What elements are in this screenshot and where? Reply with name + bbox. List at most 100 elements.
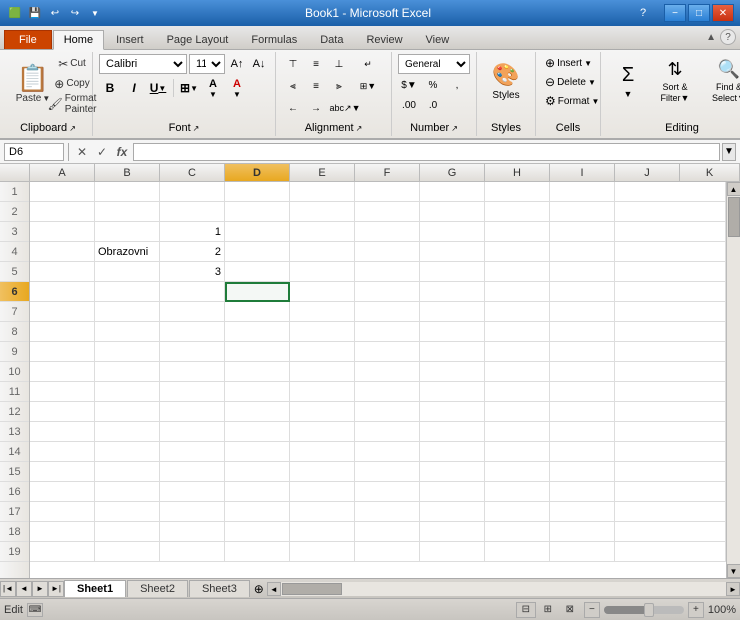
row-num-13[interactable]: 13 — [0, 422, 29, 442]
cell-I2[interactable] — [550, 202, 615, 222]
name-box[interactable]: D6 — [4, 143, 64, 161]
font-color-button[interactable]: A ▼ — [226, 78, 248, 98]
cell-I7[interactable] — [550, 302, 615, 322]
cell-C3[interactable]: 1 — [160, 222, 225, 242]
cell-J16[interactable] — [615, 482, 726, 502]
styles-button[interactable]: 🎨 Styles — [483, 54, 529, 109]
cell-B9[interactable] — [95, 342, 160, 362]
cell-J14[interactable] — [615, 442, 726, 462]
cell-D5[interactable] — [225, 262, 290, 282]
thousands-button[interactable]: , — [446, 76, 468, 94]
cell-I17[interactable] — [550, 502, 615, 522]
cell-J2[interactable] — [615, 202, 726, 222]
cell-D14[interactable] — [225, 442, 290, 462]
cell-C1[interactable] — [160, 182, 225, 202]
cell-J12[interactable] — [615, 402, 726, 422]
cell-D8[interactable] — [225, 322, 290, 342]
cell-A11[interactable] — [30, 382, 95, 402]
cell-I10[interactable] — [550, 362, 615, 382]
cell-D6[interactable] — [225, 282, 290, 302]
cell-B11[interactable] — [95, 382, 160, 402]
cell-B13[interactable] — [95, 422, 160, 442]
cell-H15[interactable] — [485, 462, 550, 482]
cell-J5[interactable] — [615, 262, 726, 282]
h-scroll-track[interactable] — [281, 582, 726, 596]
cell-H14[interactable] — [485, 442, 550, 462]
cell-E18[interactable] — [290, 522, 355, 542]
cell-D11[interactable] — [225, 382, 290, 402]
cell-B6[interactable] — [95, 282, 160, 302]
cell-A14[interactable] — [30, 442, 95, 462]
orientation-button[interactable]: abc↗▼ — [328, 98, 362, 118]
cell-A19[interactable] — [30, 542, 95, 562]
cell-C18[interactable] — [160, 522, 225, 542]
percent-button[interactable]: % — [422, 76, 444, 94]
row-num-17[interactable]: 17 — [0, 502, 29, 522]
cell-H10[interactable] — [485, 362, 550, 382]
page-break-view-button[interactable]: ⊠ — [560, 602, 580, 618]
cell-G16[interactable] — [420, 482, 485, 502]
cell-A5[interactable] — [30, 262, 95, 282]
format-painter-button[interactable]: 🖌 Format Painter — [58, 94, 86, 113]
cell-I15[interactable] — [550, 462, 615, 482]
cell-C5[interactable]: 3 — [160, 262, 225, 282]
insert-dropdown[interactable]: ▼ — [584, 59, 592, 68]
cell-H6[interactable] — [485, 282, 550, 302]
decrease-indent-button[interactable]: ← — [282, 98, 304, 118]
cell-E1[interactable] — [290, 182, 355, 202]
cell-A12[interactable] — [30, 402, 95, 422]
cell-G11[interactable] — [420, 382, 485, 402]
tab-data[interactable]: Data — [309, 30, 354, 49]
cell-B3[interactable] — [95, 222, 160, 242]
cell-J13[interactable] — [615, 422, 726, 442]
cell-B18[interactable] — [95, 522, 160, 542]
cell-E14[interactable] — [290, 442, 355, 462]
cell-F7[interactable] — [355, 302, 420, 322]
cell-D3[interactable] — [225, 222, 290, 242]
h-scroll-thumb[interactable] — [282, 583, 342, 595]
cell-D18[interactable] — [225, 522, 290, 542]
cell-J18[interactable] — [615, 522, 726, 542]
cell-I16[interactable] — [550, 482, 615, 502]
cell-I14[interactable] — [550, 442, 615, 462]
cell-A9[interactable] — [30, 342, 95, 362]
increase-indent-button[interactable]: → — [305, 98, 327, 118]
row-num-18[interactable]: 18 — [0, 522, 29, 542]
cell-E6[interactable] — [290, 282, 355, 302]
cell-H9[interactable] — [485, 342, 550, 362]
cell-C10[interactable] — [160, 362, 225, 382]
tab-view[interactable]: View — [415, 30, 461, 49]
add-sheet-button[interactable]: ⊕ — [251, 581, 267, 597]
cell-I9[interactable] — [550, 342, 615, 362]
cell-I19[interactable] — [550, 542, 615, 562]
cell-B5[interactable] — [95, 262, 160, 282]
cell-G8[interactable] — [420, 322, 485, 342]
increase-font-button[interactable]: A↑ — [227, 54, 247, 74]
autosum-button[interactable]: Σ ▼ — [607, 54, 649, 109]
cell-H7[interactable] — [485, 302, 550, 322]
undo-qat-icon[interactable]: ↩ — [46, 4, 64, 22]
cell-G7[interactable] — [420, 302, 485, 322]
cell-H13[interactable] — [485, 422, 550, 442]
col-header-C[interactable]: C — [160, 164, 225, 181]
cell-C15[interactable] — [160, 462, 225, 482]
cell-H18[interactable] — [485, 522, 550, 542]
cell-F19[interactable] — [355, 542, 420, 562]
cell-C14[interactable] — [160, 442, 225, 462]
row-num-3[interactable]: 3 — [0, 222, 29, 242]
col-header-G[interactable]: G — [420, 164, 485, 181]
cell-G19[interactable] — [420, 542, 485, 562]
cell-B15[interactable] — [95, 462, 160, 482]
sheet-next-button[interactable]: ► — [32, 581, 48, 597]
cell-E11[interactable] — [290, 382, 355, 402]
redo-qat-icon[interactable]: ↪ — [66, 4, 84, 22]
cell-D15[interactable] — [225, 462, 290, 482]
tab-page-layout[interactable]: Page Layout — [156, 30, 240, 49]
tab-review[interactable]: Review — [355, 30, 413, 49]
formula-input[interactable] — [133, 143, 720, 161]
cell-G15[interactable] — [420, 462, 485, 482]
cell-B4[interactable]: Obrazovni — [95, 242, 160, 262]
cell-H16[interactable] — [485, 482, 550, 502]
confirm-icon[interactable]: ✓ — [93, 143, 111, 161]
row-num-19[interactable]: 19 — [0, 542, 29, 562]
